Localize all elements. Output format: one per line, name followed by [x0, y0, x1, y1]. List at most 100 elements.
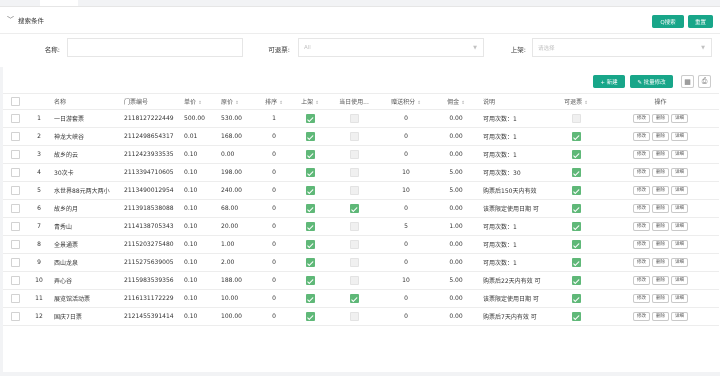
same-day-checkbox[interactable] — [328, 253, 380, 272]
shelf-checkbox[interactable] — [292, 253, 328, 272]
edit-button[interactable]: 修改 — [633, 222, 650, 231]
delete-button[interactable]: 删除 — [652, 258, 669, 267]
refundable-select[interactable]: All ▼ — [298, 38, 484, 57]
refundable-checkbox[interactable] — [550, 271, 602, 290]
col-name[interactable]: 名称 — [51, 93, 121, 110]
detail-button[interactable]: 详细 — [671, 186, 688, 195]
edit-button[interactable]: 修改 — [633, 294, 650, 303]
edit-button[interactable]: 修改 — [633, 114, 650, 123]
row-select-checkbox[interactable] — [3, 271, 27, 290]
refundable-checkbox[interactable] — [550, 109, 602, 128]
detail-button[interactable]: 详细 — [671, 312, 688, 321]
sort-icon[interactable]: ⇕ — [279, 101, 283, 106]
edit-button[interactable]: 修改 — [633, 276, 650, 285]
refundable-checkbox[interactable] — [550, 145, 602, 164]
row-select-checkbox[interactable] — [3, 289, 27, 308]
delete-button[interactable]: 删除 — [652, 114, 669, 123]
col-orig-price[interactable]: 原价 ⇕ — [218, 93, 256, 110]
delete-button[interactable]: 删除 — [652, 150, 669, 159]
edit-button[interactable]: 修改 — [633, 132, 650, 141]
table-row[interactable]: 4 30次卡 2113394710605 0.10 198.00 0 10 5.00 可用次数：… — [3, 163, 719, 182]
same-day-checkbox[interactable] — [328, 271, 380, 290]
sort-icon[interactable]: ⇕ — [584, 101, 588, 106]
shelf-select[interactable]: 请选择 ▼ — [532, 38, 712, 57]
same-day-checkbox[interactable] — [328, 181, 380, 200]
shelf-checkbox[interactable] — [292, 199, 328, 218]
name-input[interactable] — [67, 38, 243, 57]
table-row[interactable]: 5 水世界88元两大两小 2113490012954 0.10 240.00 0 10 5.0… — [3, 181, 719, 200]
shelf-checkbox[interactable] — [292, 235, 328, 254]
edit-button[interactable]: 修改 — [633, 204, 650, 213]
sort-icon[interactable]: ⇕ — [235, 101, 239, 106]
delete-button[interactable]: 删除 — [652, 222, 669, 231]
active-tab[interactable] — [40, 0, 78, 6]
edit-button[interactable]: 修改 — [633, 312, 650, 321]
refundable-checkbox[interactable] — [550, 253, 602, 272]
col-code[interactable]: 门票编号 — [121, 93, 181, 110]
row-select-checkbox[interactable] — [3, 109, 27, 128]
sort-icon[interactable]: ⇕ — [461, 101, 465, 106]
batch-edit-button[interactable]: ✎ 批量修改 — [630, 75, 673, 88]
col-commission[interactable]: 佣金 ⇕ — [432, 93, 480, 110]
same-day-checkbox[interactable] — [328, 199, 380, 218]
same-day-checkbox[interactable] — [328, 289, 380, 308]
refundable-checkbox[interactable] — [550, 235, 602, 254]
detail-button[interactable]: 详细 — [671, 150, 688, 159]
table-row[interactable]: 3 故乡的云 2112423933535 0.10 0.00 0 0 0.00 可用次数：1 修改… — [3, 145, 719, 164]
edit-button[interactable]: 修改 — [633, 168, 650, 177]
same-day-checkbox[interactable] — [328, 307, 380, 326]
delete-button[interactable]: 删除 — [652, 312, 669, 321]
detail-button[interactable]: 详细 — [671, 222, 688, 231]
reset-button[interactable]: 重置 — [688, 15, 713, 28]
edit-button[interactable]: 修改 — [633, 240, 650, 249]
same-day-checkbox[interactable] — [328, 145, 380, 164]
refundable-checkbox[interactable] — [550, 181, 602, 200]
row-select-checkbox[interactable] — [3, 253, 27, 272]
edit-button[interactable]: 修改 — [633, 150, 650, 159]
col-points[interactable]: 赠送积分 ⇕ — [380, 93, 432, 110]
detail-button[interactable]: 详细 — [671, 294, 688, 303]
columns-icon[interactable]: ▦ — [681, 75, 694, 88]
refundable-checkbox[interactable] — [550, 163, 602, 182]
refundable-checkbox[interactable] — [550, 307, 602, 326]
detail-button[interactable]: 详细 — [671, 204, 688, 213]
col-sort[interactable]: 排序 ⇕ — [256, 93, 292, 110]
sort-icon[interactable]: ⇕ — [315, 101, 319, 106]
same-day-checkbox[interactable] — [328, 127, 380, 146]
shelf-checkbox[interactable] — [292, 289, 328, 308]
delete-button[interactable]: 删除 — [652, 294, 669, 303]
table-row[interactable]: 6 故乡的月 2113918538088 0.10 68.00 0 0 0.00 该票限定使用日… — [3, 199, 719, 218]
detail-button[interactable]: 详细 — [671, 240, 688, 249]
same-day-checkbox[interactable] — [328, 217, 380, 236]
table-row[interactable]: 12 国庆7日票 2121455391414 0.10 100.00 0 0 0.00 购票后7… — [3, 307, 719, 326]
sort-icon[interactable]: ⇕ — [417, 101, 421, 106]
edit-button[interactable]: 修改 — [633, 258, 650, 267]
row-select-checkbox[interactable] — [3, 199, 27, 218]
same-day-checkbox[interactable] — [328, 163, 380, 182]
table-row[interactable]: 11 展览馆活动票 2116131172229 0.10 10.00 0 0 0.00 该票限定… — [3, 289, 719, 308]
row-select-checkbox[interactable] — [3, 217, 27, 236]
shelf-checkbox[interactable] — [292, 109, 328, 128]
row-select-checkbox[interactable] — [3, 127, 27, 146]
col-refundable[interactable]: 可退票 ⇕ — [550, 93, 602, 110]
row-select-checkbox[interactable] — [3, 307, 27, 326]
search-button[interactable]: Q搜索 — [652, 15, 684, 28]
sort-icon[interactable]: ⇕ — [198, 101, 202, 106]
delete-button[interactable]: 删除 — [652, 186, 669, 195]
row-select-checkbox[interactable] — [3, 235, 27, 254]
col-same-day[interactable]: 当日使用... — [328, 93, 380, 110]
print-icon[interactable]: ⎙ — [698, 75, 711, 88]
delete-button[interactable]: 删除 — [652, 132, 669, 141]
shelf-checkbox[interactable] — [292, 307, 328, 326]
edit-button[interactable]: 修改 — [633, 186, 650, 195]
table-row[interactable]: 10 弄心谷 2115983539356 0.10 188.00 0 10 5.00 购票后22… — [3, 271, 719, 290]
detail-button[interactable]: 详细 — [671, 168, 688, 177]
row-select-checkbox[interactable] — [3, 163, 27, 182]
add-button[interactable]: + 新建 — [593, 75, 625, 88]
delete-button[interactable]: 删除 — [652, 276, 669, 285]
shelf-checkbox[interactable] — [292, 127, 328, 146]
shelf-checkbox[interactable] — [292, 163, 328, 182]
table-row[interactable]: 9 西山龙泉 2115275639005 0.10 2.00 0 0 0.00 可用次数：1 修改… — [3, 253, 719, 272]
row-select-checkbox[interactable] — [3, 145, 27, 164]
detail-button[interactable]: 详细 — [671, 114, 688, 123]
